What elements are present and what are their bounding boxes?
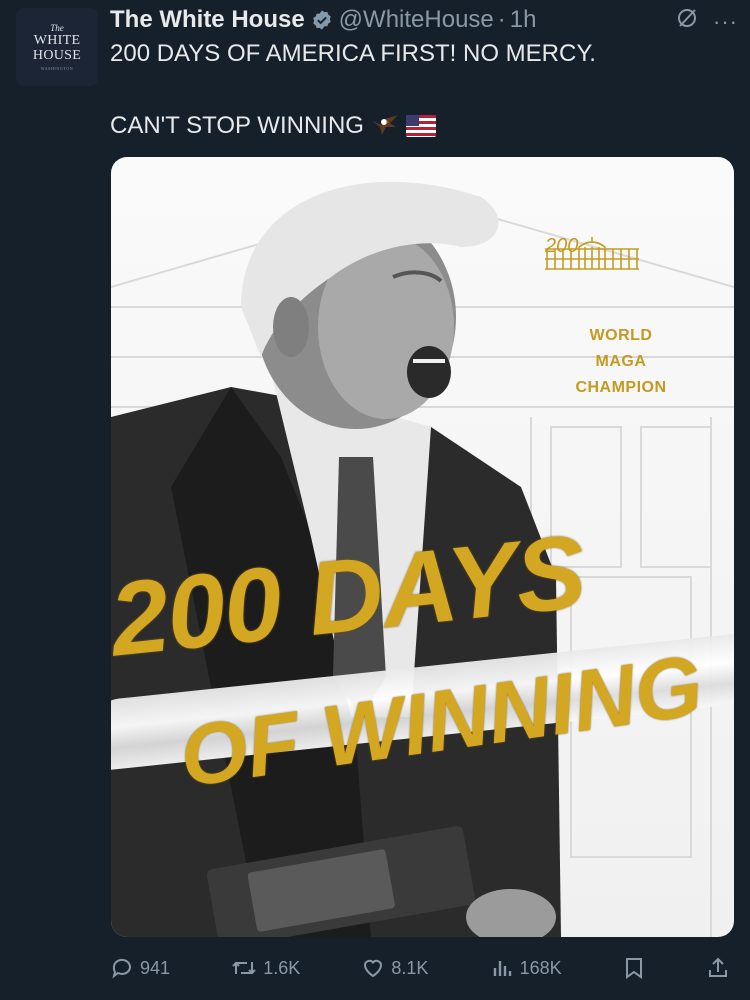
views-icon xyxy=(490,956,514,980)
more-options-icon[interactable]: ··· xyxy=(713,9,738,35)
separator-dot: · xyxy=(497,6,506,33)
world-maga-champion-label: WORLD MAGA CHAMPION xyxy=(551,323,691,401)
champion-line-2: MAGA xyxy=(595,353,647,370)
white-house-200-logo: 200 xyxy=(543,235,639,270)
repost-button[interactable]: 1.6K xyxy=(231,956,300,980)
heart-icon xyxy=(361,956,385,980)
champion-line-3: CHAMPION xyxy=(575,379,667,396)
bookmark-icon xyxy=(623,956,645,980)
tweet-header: The White House @WhiteHouse · 1h ··· xyxy=(110,4,738,36)
reply-button[interactable]: 941 xyxy=(110,956,170,980)
champion-line-1: WORLD xyxy=(589,327,653,344)
eagle-emoji-icon xyxy=(370,113,400,139)
views-button[interactable]: 168K xyxy=(490,956,562,980)
avatar-text-washington: WASHINGTON xyxy=(40,66,74,71)
avatar-text-white: WHITE xyxy=(33,33,81,48)
views-count: 168K xyxy=(519,957,562,978)
like-button[interactable]: 8.1K xyxy=(361,956,428,980)
white-house-icon xyxy=(545,237,639,270)
reply-count: 941 xyxy=(140,957,171,978)
tweet-text-line-1: 200 DAYS OF AMERICA FIRST! NO MERCY. xyxy=(110,40,596,67)
repost-icon xyxy=(231,956,257,980)
avatar-text-house: HOUSE xyxy=(32,48,82,63)
like-count: 8.1K xyxy=(391,957,429,978)
verified-badge-icon xyxy=(311,9,333,31)
tweet-time[interactable]: 1h xyxy=(510,6,537,34)
share-button[interactable] xyxy=(706,956,730,980)
tweet-image[interactable]: 200 WORLD MAGA CHAMPION 200 DAYS OF WINN… xyxy=(111,157,734,937)
tweet-text-line-2-container: CAN'T STOP WINNING xyxy=(110,112,436,140)
bookmark-button[interactable] xyxy=(623,956,645,980)
reply-icon xyxy=(110,956,134,980)
avatar[interactable]: The WHITE HOUSE WASHINGTON xyxy=(16,8,98,86)
account-name[interactable]: The White House xyxy=(110,6,305,34)
repost-count: 1.6K xyxy=(263,957,301,978)
grok-icon[interactable] xyxy=(675,6,699,37)
account-handle[interactable]: @WhiteHouse xyxy=(339,6,494,34)
tweet-text-line-2: CAN'T STOP WINNING xyxy=(110,112,364,139)
us-flag-emoji-icon xyxy=(405,115,436,137)
avatar-text-the: The xyxy=(50,23,64,33)
share-icon xyxy=(706,956,730,980)
tweet-action-bar: 941 1.6K 8.1K 168K xyxy=(110,950,730,986)
